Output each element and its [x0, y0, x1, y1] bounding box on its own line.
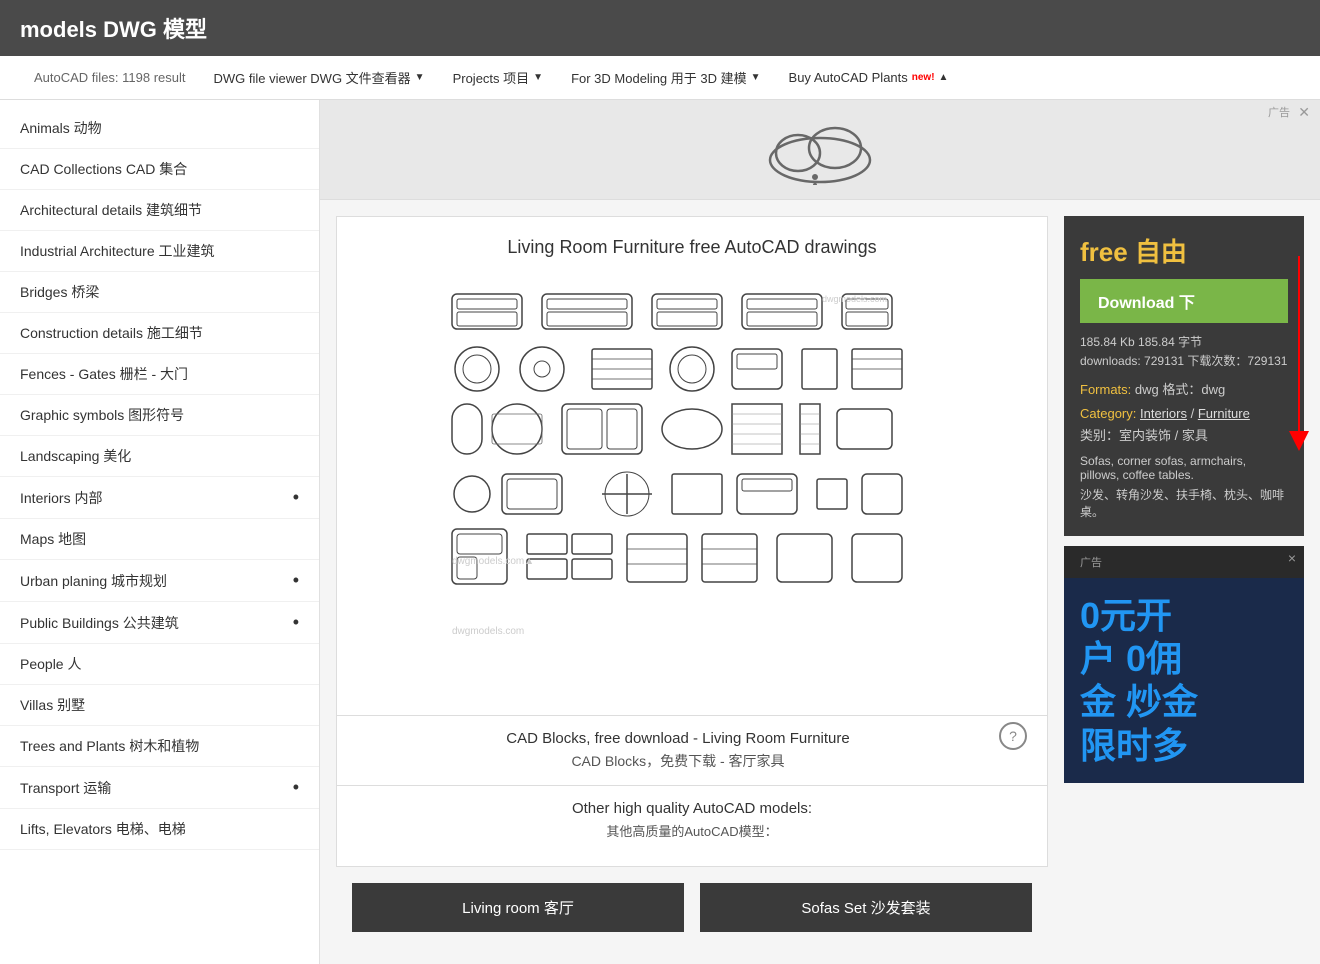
- submenu-dot: •: [293, 612, 299, 633]
- living-room-button[interactable]: Living room 客厅: [352, 883, 684, 932]
- other-models: Other high quality AutoCAD models: 其他高质量…: [336, 786, 1048, 867]
- svg-text:dwgmodels.com: dwgmodels.com: [822, 294, 887, 304]
- main-content: 广告 ✕ Living Room Furniture free AutoCAD …: [320, 100, 1320, 964]
- category-link-furniture[interactable]: Furniture: [1198, 406, 1250, 421]
- sidebar: Animals 动物 CAD Collections CAD 集合 Archit…: [0, 100, 320, 964]
- drawing-image-area: dwgmodels.com▲ dwgmodels.com dwgmodels.c…: [357, 274, 1027, 654]
- download-count: downloads: 729131 下载次数：729131: [1080, 352, 1288, 369]
- sidebar-item-trees[interactable]: Trees and Plants 树木和植物: [0, 726, 319, 767]
- ad-label: 广告: [1268, 104, 1290, 120]
- navbar: AutoCAD files: 1198 result DWG file view…: [0, 56, 1320, 100]
- cloud-icon: [760, 115, 880, 185]
- nav-projects[interactable]: Projects 项目 ▼: [439, 56, 557, 99]
- description-zh: 沙发、转角沙发、扶手椅、枕头、咖啡桌。: [1080, 486, 1288, 520]
- category-zh: 类别：室内装饰 / 家具: [1080, 425, 1288, 444]
- caption-text: CAD Blocks, free download - Living Room …: [357, 730, 999, 771]
- bottom-buttons: Living room 客厅 Sofas Set 沙发套装: [336, 867, 1048, 948]
- ad-close-button[interactable]: ✕: [1298, 104, 1310, 121]
- caption-area: CAD Blocks, free download - Living Room …: [336, 716, 1048, 786]
- submenu-dot: •: [293, 487, 299, 508]
- ad-panel-content: 0元开户 0佣金 炒金限时多: [1064, 578, 1304, 783]
- sidebar-item-graphic[interactable]: Graphic symbols 图形符号: [0, 395, 319, 436]
- free-label: free 自由: [1080, 237, 1187, 267]
- free-label-area: free 自由: [1080, 232, 1288, 269]
- dropdown-caret: ▼: [415, 72, 425, 83]
- furniture-svg: dwgmodels.com▲ dwgmodels.com dwgmodels.c…: [442, 284, 942, 644]
- category-label: Category:: [1080, 406, 1136, 421]
- dropdown-caret: ▲: [939, 72, 949, 83]
- svg-text:dwgmodels.com▲: dwgmodels.com▲: [452, 556, 534, 567]
- submenu-dot: •: [293, 777, 299, 798]
- sidebar-item-cad-collections[interactable]: CAD Collections CAD 集合: [0, 149, 319, 190]
- format-value: dwg 格式：dwg: [1135, 382, 1225, 397]
- dropdown-caret: ▼: [533, 72, 543, 83]
- other-models-zh: 其他高质量的AutoCAD模型：: [357, 821, 1027, 840]
- site-title: models DWG 模型: [20, 17, 207, 42]
- svg-text:dwgmodels.com: dwgmodels.com: [452, 626, 524, 637]
- drawing-panel: Living Room Furniture free AutoCAD drawi…: [336, 216, 1048, 716]
- sidebar-item-lifts[interactable]: Lifts, Elevators 电梯、电梯: [0, 809, 319, 850]
- caption-main: CAD Blocks, free download - Living Room …: [357, 730, 999, 747]
- other-models-title: Other high quality AutoCAD models:: [357, 800, 1027, 817]
- info-panel: free 自由 Download 下 185.84 Kb 185.84 字节 d…: [1064, 216, 1304, 536]
- sofas-set-button[interactable]: Sofas Set 沙发套装: [700, 883, 1032, 932]
- sidebar-item-industrial[interactable]: Industrial Architecture 工业建筑: [0, 231, 319, 272]
- category-info: Category: Interiors / Furniture: [1080, 406, 1288, 421]
- sidebar-item-people[interactable]: People 人: [0, 644, 319, 685]
- help-button[interactable]: ?: [999, 722, 1027, 750]
- site-header: models DWG 模型: [0, 0, 1320, 56]
- submenu-dot: •: [293, 570, 299, 591]
- sidebar-item-maps[interactable]: Maps 地图: [0, 519, 319, 560]
- ad-big-text: 0元开户 0佣金 炒金限时多: [1080, 594, 1288, 767]
- description-en: Sofas, corner sofas, armchairs, pillows,…: [1080, 454, 1288, 482]
- right-column: free 自由 Download 下 185.84 Kb 185.84 字节 d…: [1048, 216, 1304, 948]
- sidebar-item-public[interactable]: Public Buildings 公共建筑 •: [0, 602, 319, 644]
- download-button[interactable]: Download 下: [1080, 279, 1288, 323]
- sidebar-item-interiors[interactable]: Interiors 内部 •: [0, 477, 319, 519]
- ad-banner: 广告 ✕: [320, 100, 1320, 200]
- sidebar-item-urban[interactable]: Urban planing 城市规划 •: [0, 560, 319, 602]
- nav-dwg-viewer[interactable]: DWG file viewer DWG 文件查看器 ▼: [200, 56, 439, 99]
- red-arrow-indicator: [1284, 256, 1314, 456]
- drawing-title: Living Room Furniture free AutoCAD drawi…: [357, 237, 1027, 258]
- new-badge: new!: [912, 72, 935, 83]
- ad-side-panel: 广告 × 0元开户 0佣金 炒金限时多: [1064, 546, 1304, 783]
- format-label: Formats:: [1080, 382, 1131, 397]
- dropdown-caret: ▼: [751, 72, 761, 83]
- sidebar-item-fences[interactable]: Fences - Gates 栅栏 - 大门: [0, 354, 319, 395]
- ad-panel-close-button[interactable]: ×: [1288, 550, 1296, 566]
- content-area: Living Room Furniture free AutoCAD drawi…: [320, 200, 1320, 964]
- sidebar-item-landscaping[interactable]: Landscaping 美化: [0, 436, 319, 477]
- drawing-column: Living Room Furniture free AutoCAD drawi…: [336, 216, 1048, 948]
- file-size: 185.84 Kb 185.84 字节: [1080, 333, 1288, 350]
- sidebar-item-transport[interactable]: Transport 运输 •: [0, 767, 319, 809]
- ad-panel-label: 广告: [1072, 550, 1110, 574]
- caption-zh: CAD Blocks，免费下载 - 客厅家具: [357, 751, 999, 771]
- category-link-interiors[interactable]: Interiors: [1140, 406, 1187, 421]
- sidebar-item-architectural[interactable]: Architectural details 建筑细节: [0, 190, 319, 231]
- nav-buy-plants[interactable]: Buy AutoCAD Plants new! ▲: [775, 58, 963, 97]
- sidebar-item-construction[interactable]: Construction details 施工细节: [0, 313, 319, 354]
- result-count: AutoCAD files: 1198 result: [20, 58, 200, 97]
- file-format: Formats: dwg 格式：dwg: [1080, 379, 1288, 398]
- sidebar-item-villas[interactable]: Villas 别墅: [0, 685, 319, 726]
- sidebar-item-bridges[interactable]: Bridges 桥梁: [0, 272, 319, 313]
- main-layout: Animals 动物 CAD Collections CAD 集合 Archit…: [0, 100, 1320, 964]
- nav-3d-modeling[interactable]: For 3D Modeling 用于 3D 建模 ▼: [557, 56, 774, 99]
- sidebar-item-animals[interactable]: Animals 动物: [0, 108, 319, 149]
